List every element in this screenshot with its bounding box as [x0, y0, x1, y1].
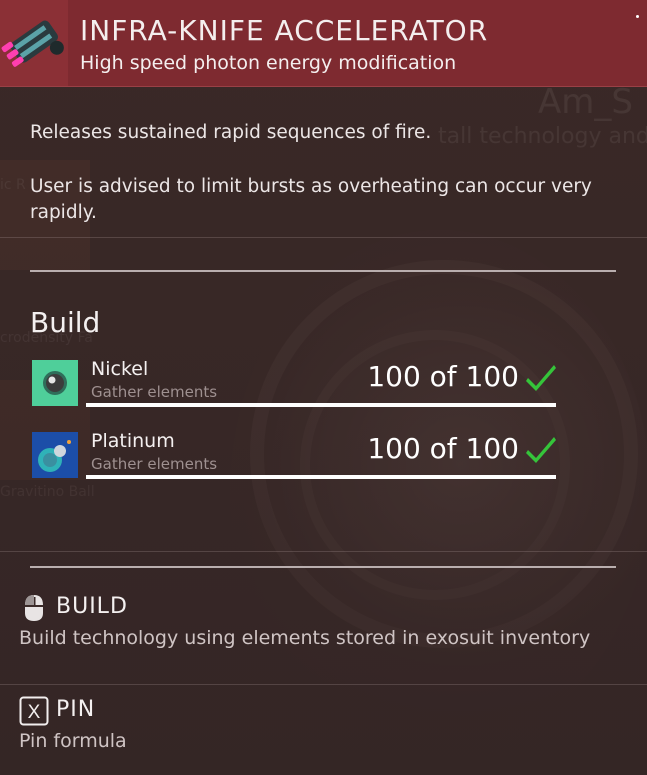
requirement-count: 100 of 100	[367, 432, 519, 465]
item-title: INFRA-KNIFE ACCELERATOR	[80, 14, 489, 47]
divider-faint	[0, 684, 647, 685]
divider-faint	[0, 551, 647, 552]
requirement-name: Nickel	[91, 358, 149, 380]
requirement-sub: Gather elements	[91, 455, 218, 473]
tooltip-header: INFRA-KNIFE ACCELERATOR High speed photo…	[0, 0, 647, 87]
platinum-orb-icon	[32, 432, 78, 478]
build-action-label[interactable]: BUILD	[56, 594, 128, 619]
description-line-2: User is advised to limit bursts as overh…	[30, 176, 592, 223]
divider	[30, 270, 616, 272]
pin-action-description: Pin formula	[19, 730, 127, 752]
requirement-name: Platinum	[91, 430, 175, 452]
header-dot	[636, 15, 639, 18]
progress-bar	[86, 403, 556, 407]
item-subtitle: High speed photon energy modification	[80, 52, 457, 74]
x-key-icon[interactable]: X	[19, 696, 49, 726]
svg-text:X: X	[28, 702, 41, 723]
requirement-sub: Gather elements	[91, 383, 218, 401]
description-line-1: Releases sustained rapid sequences of fi…	[30, 122, 432, 143]
requirement-count: 100 of 100	[367, 360, 519, 393]
divider	[30, 566, 616, 568]
build-heading: Build	[30, 306, 101, 339]
progress-bar	[86, 475, 556, 479]
checkmark-icon	[525, 434, 557, 464]
divider-faint	[0, 237, 647, 238]
mouse-icon[interactable]	[19, 593, 49, 623]
requirement-nickel: Nickel Gather elements 100 of 100	[32, 358, 557, 412]
pin-action-label[interactable]: PIN	[56, 697, 95, 722]
nickel-orb-icon	[32, 360, 78, 406]
build-action-description: Build technology using elements stored i…	[19, 627, 591, 649]
checkmark-icon	[525, 362, 557, 392]
requirement-platinum: Platinum Gather elements 100 of 100	[32, 430, 557, 484]
infra-knife-accelerator-icon	[0, 0, 68, 86]
